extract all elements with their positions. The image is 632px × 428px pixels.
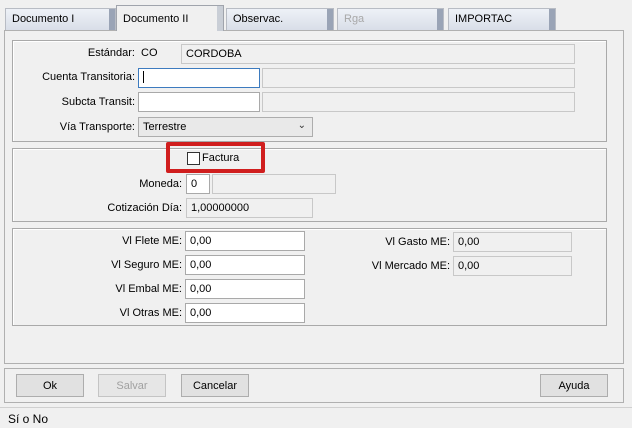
moneda-label: Moneda: bbox=[139, 178, 182, 190]
button-bar bbox=[4, 368, 624, 403]
ok-button-label: Ok bbox=[42, 380, 58, 392]
flete-input[interactable]: 0,00 bbox=[185, 231, 305, 251]
tab-documento-ii[interactable]: Documento II bbox=[116, 5, 224, 31]
tab-rga: Rga bbox=[337, 8, 444, 30]
moneda-input[interactable]: 0 bbox=[186, 174, 210, 194]
via-transporte-label: Vía Transporte: bbox=[59, 121, 135, 133]
salvar-button-label: Salvar bbox=[116, 380, 148, 392]
gasto-value: 0,00 bbox=[458, 236, 480, 248]
subcta-transit-input[interactable] bbox=[138, 92, 260, 112]
cancelar-button[interactable]: Cancelar bbox=[181, 374, 249, 397]
estandar-name-field: CORDOBA bbox=[181, 44, 575, 64]
text-caret bbox=[143, 71, 144, 84]
cotizacion-label: Cotización Día: bbox=[107, 202, 182, 214]
via-transporte-value: Terrestre bbox=[143, 121, 187, 133]
cancelar-button-label: Cancelar bbox=[192, 380, 238, 392]
tab-observac[interactable]: Observac. bbox=[226, 8, 334, 30]
tab-label: Documento II bbox=[123, 13, 189, 25]
gasto-label: Vl Gasto ME: bbox=[385, 236, 450, 248]
otras-label: Vl Otras ME: bbox=[119, 307, 182, 319]
seguro-label: Vl Seguro ME: bbox=[111, 259, 182, 271]
cuenta-transitoria-input[interactable] bbox=[138, 68, 260, 88]
mercado-value: 0,00 bbox=[458, 260, 480, 272]
tab-label: Observac. bbox=[233, 13, 284, 25]
otras-value: 0,00 bbox=[190, 307, 212, 319]
chevron-down-icon: ⌄ bbox=[297, 120, 306, 131]
embal-value: 0,00 bbox=[190, 283, 212, 295]
mercado-field: 0,00 bbox=[453, 256, 572, 276]
ayuda-button-label: Ayuda bbox=[558, 380, 590, 392]
estandar-label: Estándar: bbox=[87, 47, 135, 59]
ok-button[interactable]: Ok bbox=[16, 374, 84, 397]
otras-input[interactable]: 0,00 bbox=[185, 303, 305, 323]
ayuda-button[interactable]: Ayuda bbox=[540, 374, 608, 397]
gasto-field: 0,00 bbox=[453, 232, 572, 252]
cuenta-transitoria-label: Cuenta Transitoria: bbox=[42, 71, 135, 83]
seguro-value: 0,00 bbox=[190, 259, 212, 271]
flete-value: 0,00 bbox=[190, 235, 212, 247]
cuenta-transitoria-desc bbox=[262, 68, 575, 88]
tab-documento-i[interactable]: Documento I bbox=[5, 8, 116, 30]
seguro-input[interactable]: 0,00 bbox=[185, 255, 305, 275]
flete-label: Vl Flete ME: bbox=[122, 235, 182, 247]
tab-label: Documento I bbox=[12, 13, 75, 25]
tab-importac[interactable]: IMPORTAC bbox=[448, 8, 556, 30]
subcta-transit-label: Subcta Transit: bbox=[61, 96, 135, 108]
tab-label: Rga bbox=[344, 13, 365, 25]
status-bar: Sí o No bbox=[0, 407, 632, 428]
moneda-desc bbox=[212, 174, 336, 194]
embal-label: Vl Embal ME: bbox=[115, 283, 182, 295]
salvar-button: Salvar bbox=[98, 374, 166, 397]
tab-label: IMPORTAC bbox=[455, 13, 513, 25]
estandar-name: CORDOBA bbox=[186, 48, 242, 60]
subcta-transit-desc bbox=[262, 92, 575, 112]
via-transporte-select[interactable]: Terrestre ⌄ bbox=[138, 117, 313, 137]
factura-label[interactable]: Factura bbox=[202, 152, 239, 164]
estandar-code: CO bbox=[141, 47, 158, 59]
status-text: Sí o No bbox=[8, 412, 49, 426]
cotizacion-value: 1,00000000 bbox=[191, 202, 250, 214]
mercado-label: Vl Mercado ME: bbox=[371, 260, 450, 272]
factura-checkbox[interactable] bbox=[187, 152, 200, 165]
moneda-value: 0 bbox=[191, 178, 198, 190]
cotizacion-field: 1,00000000 bbox=[186, 198, 313, 218]
embal-input[interactable]: 0,00 bbox=[185, 279, 305, 299]
